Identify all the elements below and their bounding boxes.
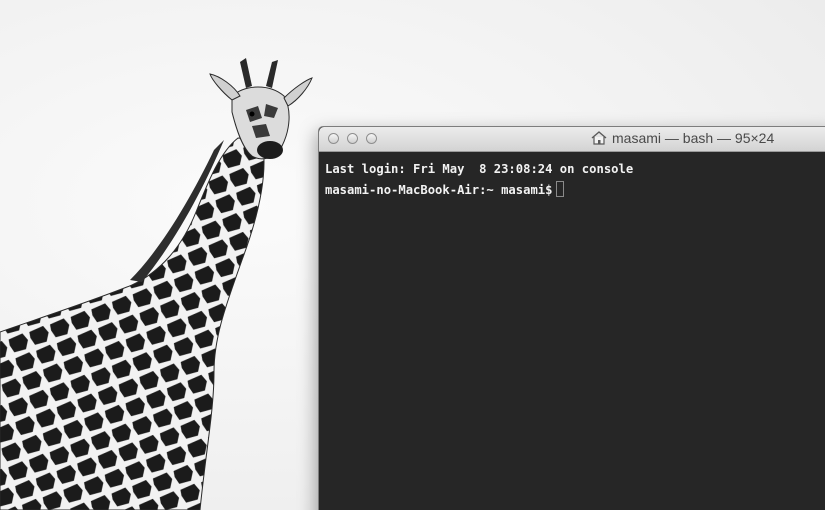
minimize-button[interactable]	[347, 133, 358, 144]
window-title: masami — bash — 95×24	[591, 130, 774, 146]
title-bar[interactable]: masami — bash — 95×24	[319, 127, 825, 152]
text-cursor	[556, 181, 565, 197]
terminal-screen[interactable]: Last login: Fri May 8 23:08:24 on consol…	[319, 152, 825, 208]
desktop: masami — bash — 95×24 Last login: Fri Ma…	[0, 0, 825, 510]
prompt-text: masami-no-MacBook-Air:~ masami$	[325, 183, 553, 197]
close-button[interactable]	[328, 133, 339, 144]
window-controls	[328, 133, 377, 144]
zoom-button[interactable]	[366, 133, 377, 144]
terminal-window[interactable]: masami — bash — 95×24 Last login: Fri Ma…	[318, 126, 825, 510]
prompt-line: masami-no-MacBook-Air:~ masami$	[325, 180, 825, 201]
window-title-text: masami — bash — 95×24	[612, 130, 775, 146]
home-icon	[591, 131, 607, 145]
last-login-line: Last login: Fri May 8 23:08:24 on consol…	[325, 162, 634, 176]
